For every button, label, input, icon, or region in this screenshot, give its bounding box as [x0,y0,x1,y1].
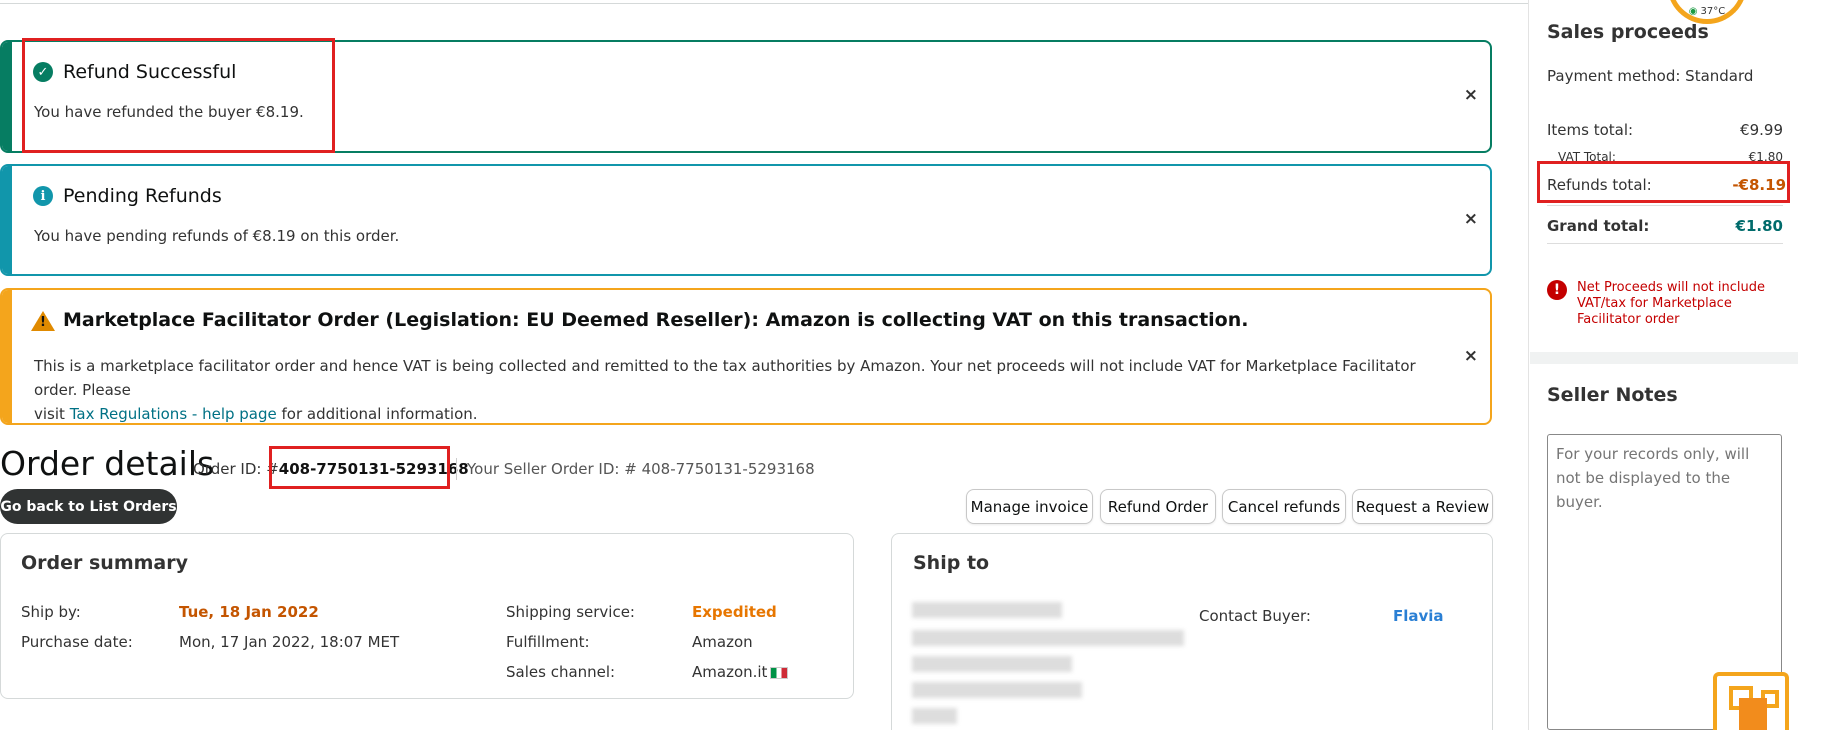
alert-accent-bar [2,166,12,274]
alert-title: Marketplace Facilitator Order (Legislati… [63,309,1249,331]
contact-buyer-label: Contact Buyer: [1199,607,1311,625]
pending-refunds-alert: i Pending Refunds You have pending refun… [0,164,1492,276]
ship-by-value: Tue, 18 Jan 2022 [179,603,319,621]
close-icon[interactable]: × [1464,346,1478,366]
request-review-button[interactable]: Request a Review [1352,489,1493,524]
refund-order-button[interactable]: Refund Order [1100,489,1216,524]
ship-to-card: Ship to Contact Buyer: Flavia [891,533,1493,730]
divider [456,458,457,480]
card-title: Order summary [21,552,189,574]
redacted-address [912,630,1184,646]
shipping-service-label: Shipping service: [506,603,635,621]
info-icon: i [33,186,53,206]
contact-buyer-link[interactable]: Flavia [1393,607,1444,625]
alert-body: This is a marketplace facilitator order … [34,357,1416,423]
alert-accent-bar [2,290,12,423]
purchase-date-value: Mon, 17 Jan 2022, 18:07 MET [179,633,400,651]
purchase-date-label: Purchase date: [21,633,133,651]
alert-accent-bar [2,42,12,151]
grand-total-row: Grand total: €1.80 [1547,217,1783,235]
refunds-total-row: Refunds total: -€8.19 [1547,176,1786,194]
ship-by-label: Ship by: [21,603,81,621]
alert-title: Pending Refunds [63,185,222,207]
go-back-button[interactable]: Go back to List Orders [0,489,177,524]
cancel-refunds-button[interactable]: Cancel refunds [1222,489,1346,524]
panel-title: Sales proceeds [1547,21,1709,43]
redacted-address [912,656,1072,672]
sidebar-divider [1528,0,1529,730]
check-circle-icon: ✓ [33,62,53,82]
leaf-icon: ◉ [1688,6,1698,17]
tax-regulations-link[interactable]: Tax Regulations - help page [70,405,277,423]
order-id: Order ID: #408-7750131-5293168 [193,460,469,478]
floating-assistant-widget[interactable] [1713,672,1789,730]
italy-flag-icon [770,666,789,679]
alert-body: You have pending refunds of €8.19 on thi… [34,227,400,245]
sales-proceeds-panel: Sales proceeds Payment method: Standard … [1530,0,1798,352]
redacted-address [912,682,1082,698]
vat-total-row: VAT Total: €1.80 [1558,150,1783,161]
panel-separator [1530,352,1798,364]
payment-method: Payment method: Standard [1547,67,1754,85]
panel-title: Seller Notes [1547,384,1678,406]
warning-icon: ! [31,311,55,331]
widget-icon [1739,698,1767,730]
order-summary-card: Order summary Ship by: Tue, 18 Jan 2022 … [0,533,854,699]
fulfillment-label: Fulfillment: [506,633,590,651]
fulfillment-value: Amazon [692,633,753,651]
redacted-address [912,708,957,724]
items-total-row: Items total: €9.99 [1547,121,1783,139]
net-proceeds-note: ! Net Proceeds will not include VAT/tax f… [1547,280,1777,328]
sales-channel-value: Amazon.it [692,663,789,681]
alert-title: Refund Successful [63,61,237,83]
marketplace-facilitator-alert: ! Marketplace Facilitator Order (Legisla… [0,288,1492,425]
page-title: Order details [0,444,215,483]
top-divider [0,3,1528,4]
sales-channel-label: Sales channel: [506,663,616,681]
alert-icon: ! [1547,280,1567,300]
refund-success-alert: ✓ Refund Successful You have refunded th… [0,40,1492,153]
manage-invoice-button[interactable]: Manage invoice [966,489,1093,524]
seller-order-id: Your Seller Order ID: # 408-7750131-5293… [467,460,815,478]
card-title: Ship to [913,552,990,574]
redacted-address [912,602,1062,618]
close-icon[interactable]: × [1464,85,1478,105]
shipping-service-value: Expedited [692,603,777,621]
close-icon[interactable]: × [1464,209,1478,229]
alert-body: You have refunded the buyer €8.19. [34,103,304,121]
